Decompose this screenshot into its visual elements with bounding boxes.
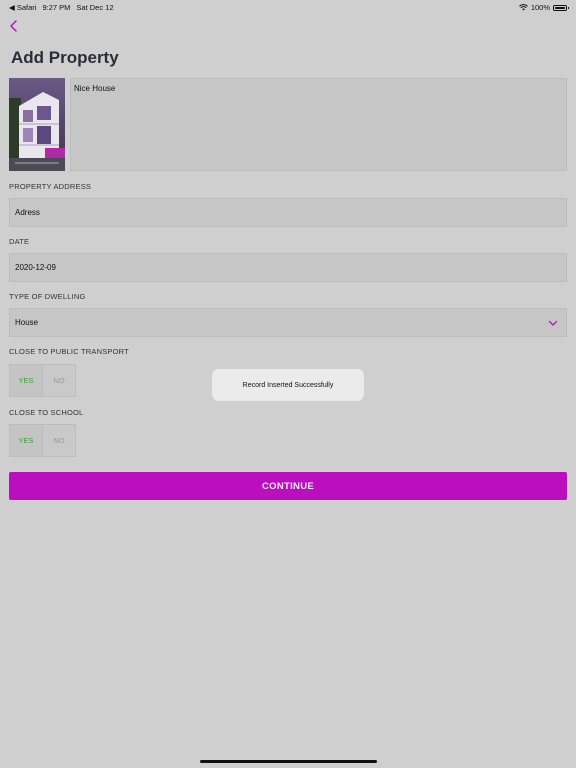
transport-label: CLOSE TO PUBLIC TRANSPORT (9, 347, 129, 356)
battery-percent: 100% (530, 3, 550, 12)
chevron-down-icon (548, 320, 558, 326)
school-label: CLOSE TO SCHOOL (9, 408, 84, 417)
dwelling-select[interactable]: House (9, 308, 567, 337)
dwelling-label: TYPE OF DWELLING (9, 292, 86, 301)
home-indicator[interactable] (200, 760, 377, 763)
transport-toggle: YES NO (9, 364, 76, 397)
wifi-icon (518, 4, 528, 11)
status-time: 9:27 PM (42, 3, 71, 12)
house-photo-image (9, 78, 65, 171)
property-photo[interactable] (9, 78, 65, 171)
transport-no-option[interactable]: NO (43, 365, 75, 396)
date-label: DATE (9, 237, 30, 246)
page-title: Add Property (11, 48, 119, 67)
address-input[interactable]: Adress (9, 198, 567, 227)
address-label: PROPERTY ADDRESS (9, 182, 92, 191)
chevron-left-icon (10, 20, 17, 32)
school-no-option[interactable]: NO (43, 425, 75, 456)
status-left: ◀ Safari 9:27 PM Sat Dec 12 (9, 3, 114, 12)
status-right: 100% (518, 3, 569, 12)
battery-icon (553, 4, 569, 11)
back-button[interactable] (6, 18, 22, 34)
continue-button[interactable]: CONTINUE (9, 472, 567, 500)
status-bar: ◀ Safari 9:27 PM Sat Dec 12 100% (0, 0, 576, 14)
battery-fill (555, 6, 565, 9)
transport-yes-option[interactable]: YES (10, 365, 43, 396)
status-date: Sat Dec 12 (76, 3, 114, 12)
school-toggle: YES NO (9, 424, 76, 457)
back-to-app-link[interactable]: ◀ Safari (9, 3, 36, 12)
success-toast: Record Inserted Successfully (212, 369, 364, 401)
dwelling-value: House (15, 318, 39, 327)
school-yes-option[interactable]: YES (10, 425, 43, 456)
date-input[interactable]: 2020-12-09 (9, 253, 567, 282)
property-name-field[interactable]: Nice House (70, 78, 567, 171)
